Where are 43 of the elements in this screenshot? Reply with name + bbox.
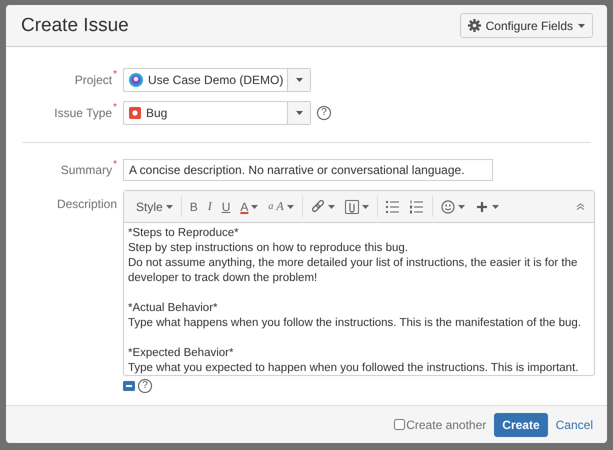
required-marker: * [113, 102, 117, 115]
italic-button[interactable]: I [202, 196, 217, 216]
required-marker: * [113, 69, 117, 82]
underline-button[interactable]: U [216, 196, 236, 216]
create-another-checkbox[interactable] [394, 419, 406, 430]
issue-type-select[interactable]: Bug [123, 101, 311, 125]
bold-button[interactable]: B [184, 196, 203, 216]
cancel-link[interactable]: Cancel [556, 418, 593, 432]
description-text: Do not assume anything, the more detailed your list of instructions, the easier it is for the developer to track down the problem! [128, 256, 578, 286]
bullet-list-icon [386, 200, 400, 214]
summary-field[interactable]: A concise description. No narrative or conversational language. [123, 159, 493, 181]
description-text: Type what happens when you follow the instructions. This is the manifestation of the bug. [128, 316, 582, 331]
description-text: Type what you expected to happen when you followed the instructions. This is important. [128, 361, 580, 375]
required-marker: * [113, 159, 117, 172]
link-icon [310, 200, 325, 214]
description-editor[interactable] [123, 190, 595, 376]
caret-icon [296, 78, 302, 82]
gear-icon [468, 19, 481, 32]
help-icon[interactable]: ? [138, 379, 152, 393]
description-text: *Actual Behavior* [128, 301, 218, 316]
create-button[interactable]: Create [494, 412, 548, 436]
numbered-list-icon [410, 200, 424, 214]
field-label: Issue Type [54, 106, 112, 120]
description-text: *Steps to Reproduce* [128, 226, 240, 241]
bug-icon [129, 107, 141, 119]
smiley-icon [440, 200, 455, 214]
caret-icon [578, 24, 585, 28]
project-select[interactable]: Use Case Demo (DEMO) [123, 68, 311, 92]
style-dropdown[interactable]: Style [131, 196, 178, 216]
configure-fields-button[interactable]: Configure Fields [460, 13, 593, 38]
field-label: Summary [60, 163, 112, 177]
double-chevron-icon [576, 203, 585, 210]
field-label: Project [74, 73, 112, 87]
plus-icon [474, 200, 489, 214]
description-text: *Expected Behavior* [128, 346, 234, 361]
description-text: Step by step instructions on how to reproduce this bug. [128, 241, 409, 256]
help-icon[interactable]: ? [317, 106, 331, 120]
caret-icon [296, 111, 302, 115]
dialog-title: Create Issue [21, 14, 129, 36]
checkbox-label: Create another [406, 418, 486, 432]
field-label: Description [56, 197, 117, 211]
project-avatar-icon [129, 73, 143, 87]
text-color-button[interactable]: A [235, 196, 264, 216]
